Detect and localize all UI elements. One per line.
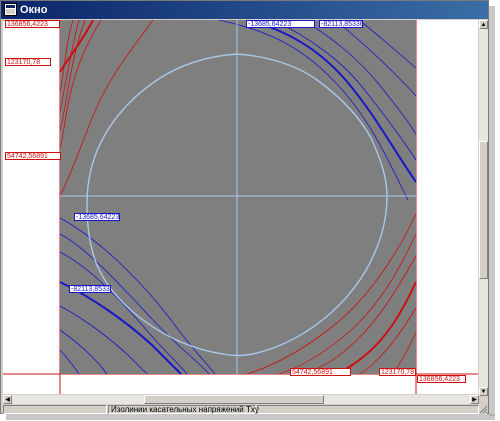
label-top-blue-1: -13685,64223 — [246, 20, 315, 28]
label-bottom-red-1: 54742,56891 — [290, 368, 351, 376]
vertical-scrollbar[interactable]: ▲ ▼ — [479, 20, 488, 396]
scroll-down-arrow-icon[interactable]: ▼ — [479, 387, 488, 396]
horizontal-scroll-thumb[interactable] — [144, 395, 324, 404]
window-shadow-right — [489, 6, 495, 416]
isoline-plot — [3, 20, 478, 394]
scroll-left-arrow-icon[interactable]: ◀ — [3, 395, 12, 404]
label-left-bottom-blue: -82113,85336 — [69, 285, 111, 293]
title-bar[interactable]: Окно — [1, 1, 488, 19]
plot-field — [60, 20, 416, 374]
window-shadow-bottom — [6, 414, 495, 420]
main-window: Окно 136856,4223 123170,78 54742,56891 -… — [0, 0, 489, 414]
label-top-blue-2: -82113,85336 — [319, 20, 363, 28]
label-top-left: 136856,4223 — [5, 20, 60, 28]
horizontal-scrollbar[interactable]: ◀ ▶ — [3, 395, 479, 404]
status-panel-extra — [257, 405, 479, 414]
status-panel-empty — [3, 405, 107, 414]
label-left-mid: 54742,56891 — [5, 152, 61, 160]
vertical-scroll-thumb[interactable] — [479, 141, 488, 279]
scroll-right-arrow-icon[interactable]: ▶ — [470, 395, 479, 404]
window-title: Окно — [20, 4, 48, 16]
label-bottom-right: 136856,4223 — [417, 375, 466, 383]
scroll-up-arrow-icon[interactable]: ▲ — [479, 20, 488, 29]
label-left-upper: 123170,78 — [5, 58, 51, 66]
status-bar: Изолинии касательных напряжений Txy — [3, 405, 487, 414]
label-left-lower-blue: -13685,64223 — [74, 213, 120, 221]
isoline-canvas[interactable]: 136856,4223 123170,78 54742,56891 -13685… — [3, 20, 478, 394]
status-text: Изолинии касательных напряжений Txy — [111, 405, 259, 414]
label-bottom-red-2: 123170,78 — [379, 368, 416, 376]
app-icon — [4, 3, 17, 16]
resize-grip-icon[interactable] — [479, 405, 488, 414]
